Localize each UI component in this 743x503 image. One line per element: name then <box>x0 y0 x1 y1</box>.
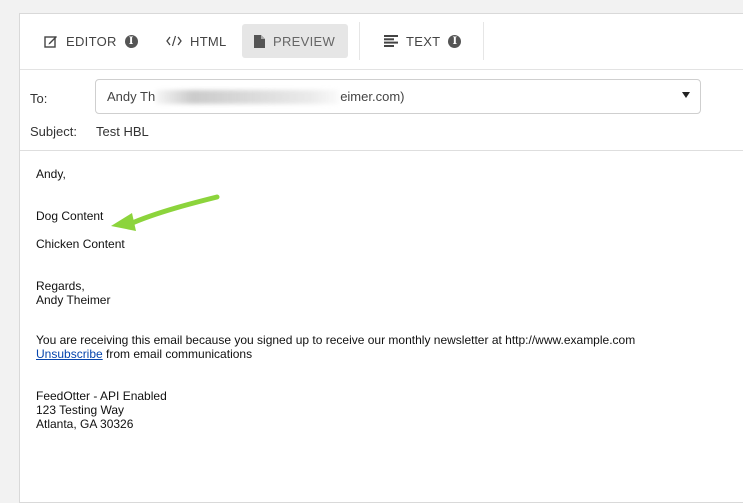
unsubscribe-line: Unsubscribe from email communications <box>36 347 253 361</box>
tab-editor-label: EDITOR <box>66 33 117 49</box>
tab-text[interactable]: TEXT i <box>372 24 473 58</box>
chevron-down-icon <box>682 92 690 98</box>
unsubscribe-link[interactable]: Unsubscribe <box>36 347 103 361</box>
info-icon[interactable]: i <box>448 34 462 48</box>
text-align-icon <box>384 35 398 47</box>
annotation-arrow-icon <box>111 194 220 231</box>
tab-preview[interactable]: PREVIEW <box>242 24 348 58</box>
tab-html[interactable]: HTML <box>154 24 239 58</box>
editor-toolbar: EDITOR i HTML PREVIEW TEXT i <box>20 14 743 70</box>
tab-editor[interactable]: EDITOR i <box>32 24 150 58</box>
to-label: To: <box>30 91 48 106</box>
email-greeting: Andy, <box>36 167 66 181</box>
recipient-select[interactable]: Andy Th eimer.com) <box>95 79 701 114</box>
email-regards: Regards, <box>36 279 85 293</box>
subject-value: Test HBL <box>96 124 149 139</box>
email-preview-panel: EDITOR i HTML PREVIEW TEXT i To: Andy <box>19 13 743 503</box>
tab-preview-label: PREVIEW <box>273 33 336 49</box>
email-signature-name: Andy Theimer <box>36 293 111 307</box>
toolbar-divider <box>359 22 360 60</box>
subject-label: Subject: <box>30 124 77 139</box>
info-icon[interactable]: i <box>124 34 138 48</box>
tab-text-label: TEXT <box>406 33 441 49</box>
redacted-email <box>156 90 340 105</box>
document-icon <box>254 34 265 48</box>
edit-icon <box>44 34 58 48</box>
footer-company: FeedOtter - API Enabled <box>36 389 167 403</box>
email-notice: You are receiving this email because you… <box>36 333 636 347</box>
recipient-value: Andy Th eimer.com) <box>107 88 405 105</box>
toolbar-divider <box>483 22 484 60</box>
tab-html-label: HTML <box>190 33 227 49</box>
email-content-line: Chicken Content <box>36 237 125 251</box>
header-divider <box>20 150 743 151</box>
code-icon <box>166 35 182 47</box>
email-content-line: Dog Content <box>36 209 104 223</box>
footer-address-line: Atlanta, GA 30326 <box>36 417 134 431</box>
footer-address-line: 123 Testing Way <box>36 403 125 417</box>
